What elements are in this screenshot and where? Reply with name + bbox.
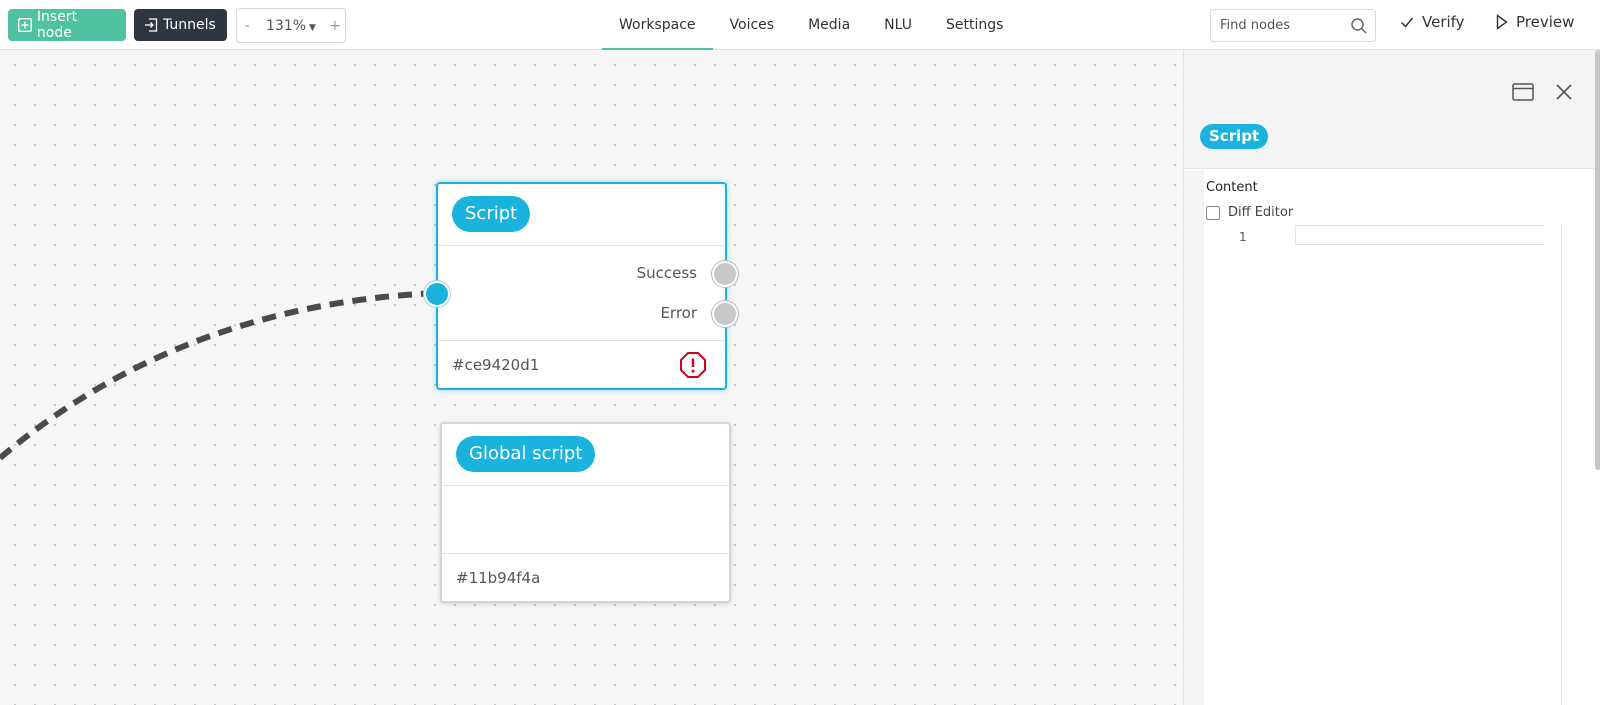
tunnels-button[interactable]: Tunnels	[134, 9, 227, 41]
node-id-label: #11b94f4a	[456, 569, 541, 587]
node-header: Global script	[442, 424, 729, 486]
tab-workspace[interactable]: Workspace	[602, 0, 713, 50]
content-label: Content	[1206, 180, 1258, 195]
find-nodes-input[interactable]	[1211, 18, 1346, 33]
main-nav: Workspace Voices Media NLU Settings	[602, 0, 1020, 50]
preview-button[interactable]: Preview	[1496, 13, 1574, 31]
insert-node-label: Insert node	[36, 9, 78, 41]
tab-media[interactable]: Media	[791, 0, 867, 50]
close-icon[interactable]	[1554, 82, 1574, 102]
node-outputs: Success Error	[438, 246, 725, 341]
script-node-input-port[interactable]	[424, 281, 450, 307]
workspace-canvas[interactable]: Script Success Error #ce9420d1 Global sc…	[0, 50, 1183, 705]
error-output-port[interactable]	[712, 301, 738, 327]
script-node[interactable]: Script Success Error #ce9420d1	[436, 182, 727, 390]
plus-square-icon	[18, 18, 32, 32]
global-script-node[interactable]: Global script #11b94f4a	[440, 422, 731, 603]
output-label-error: Error	[660, 304, 697, 322]
code-line[interactable]	[1295, 225, 1544, 245]
diff-editor-checkbox[interactable]	[1206, 205, 1220, 220]
success-output-port[interactable]	[712, 261, 738, 287]
panel-node-type-pill: Script	[1200, 124, 1269, 149]
node-type-pill[interactable]: Global script	[456, 436, 596, 472]
zoom-in-button[interactable]: +	[325, 18, 345, 34]
search-icon[interactable]	[1350, 17, 1368, 35]
top-toolbar: Insert node Tunnels - 131% ▼ + Workspace …	[0, 0, 1600, 50]
panel-gutter	[1184, 170, 1204, 705]
caret-down-icon: ▼	[309, 22, 316, 33]
zoom-level-value: 131%	[266, 17, 307, 34]
editor-scrollbar[interactable]	[1561, 225, 1577, 705]
find-nodes-search	[1210, 9, 1376, 42]
node-footer: #11b94f4a	[442, 554, 729, 603]
check-icon	[1400, 17, 1414, 28]
node-outputs	[442, 486, 729, 554]
node-footer: #ce9420d1	[438, 341, 725, 390]
preview-label: Preview	[1516, 13, 1575, 31]
tunnels-label: Tunnels	[163, 17, 216, 33]
diff-editor-toggle[interactable]: Diff Editor	[1206, 205, 1293, 220]
output-label-success: Success	[636, 264, 697, 282]
verify-label: Verify	[1422, 13, 1465, 31]
panel-header: Script	[1184, 50, 1600, 169]
verify-button[interactable]: Verify	[1400, 13, 1465, 31]
tunnel-enter-icon	[145, 18, 158, 32]
zoom-control: - 131% ▼ +	[236, 8, 346, 43]
tab-nlu[interactable]: NLU	[867, 0, 929, 50]
insert-node-button[interactable]: Insert node	[8, 9, 126, 41]
zoom-level-dropdown[interactable]: 131% ▼	[257, 18, 325, 34]
node-header: Script	[438, 184, 725, 246]
panel-scrollbar[interactable]	[1595, 50, 1600, 470]
diff-editor-label: Diff Editor	[1228, 205, 1294, 220]
tab-settings[interactable]: Settings	[929, 0, 1020, 50]
zoom-out-button[interactable]: -	[237, 18, 257, 34]
line-number: 1	[1239, 230, 1247, 244]
node-properties-panel: Script Content Diff Editor 1	[1183, 50, 1600, 705]
node-type-pill[interactable]: Script	[452, 196, 531, 232]
play-outline-icon	[1496, 14, 1508, 30]
octagon-exclamation-icon[interactable]	[679, 351, 707, 379]
tab-voices[interactable]: Voices	[713, 0, 792, 50]
window-icon[interactable]	[1512, 82, 1534, 102]
code-editor[interactable]: 1	[1206, 225, 1544, 705]
node-id-label: #ce9420d1	[452, 356, 540, 374]
